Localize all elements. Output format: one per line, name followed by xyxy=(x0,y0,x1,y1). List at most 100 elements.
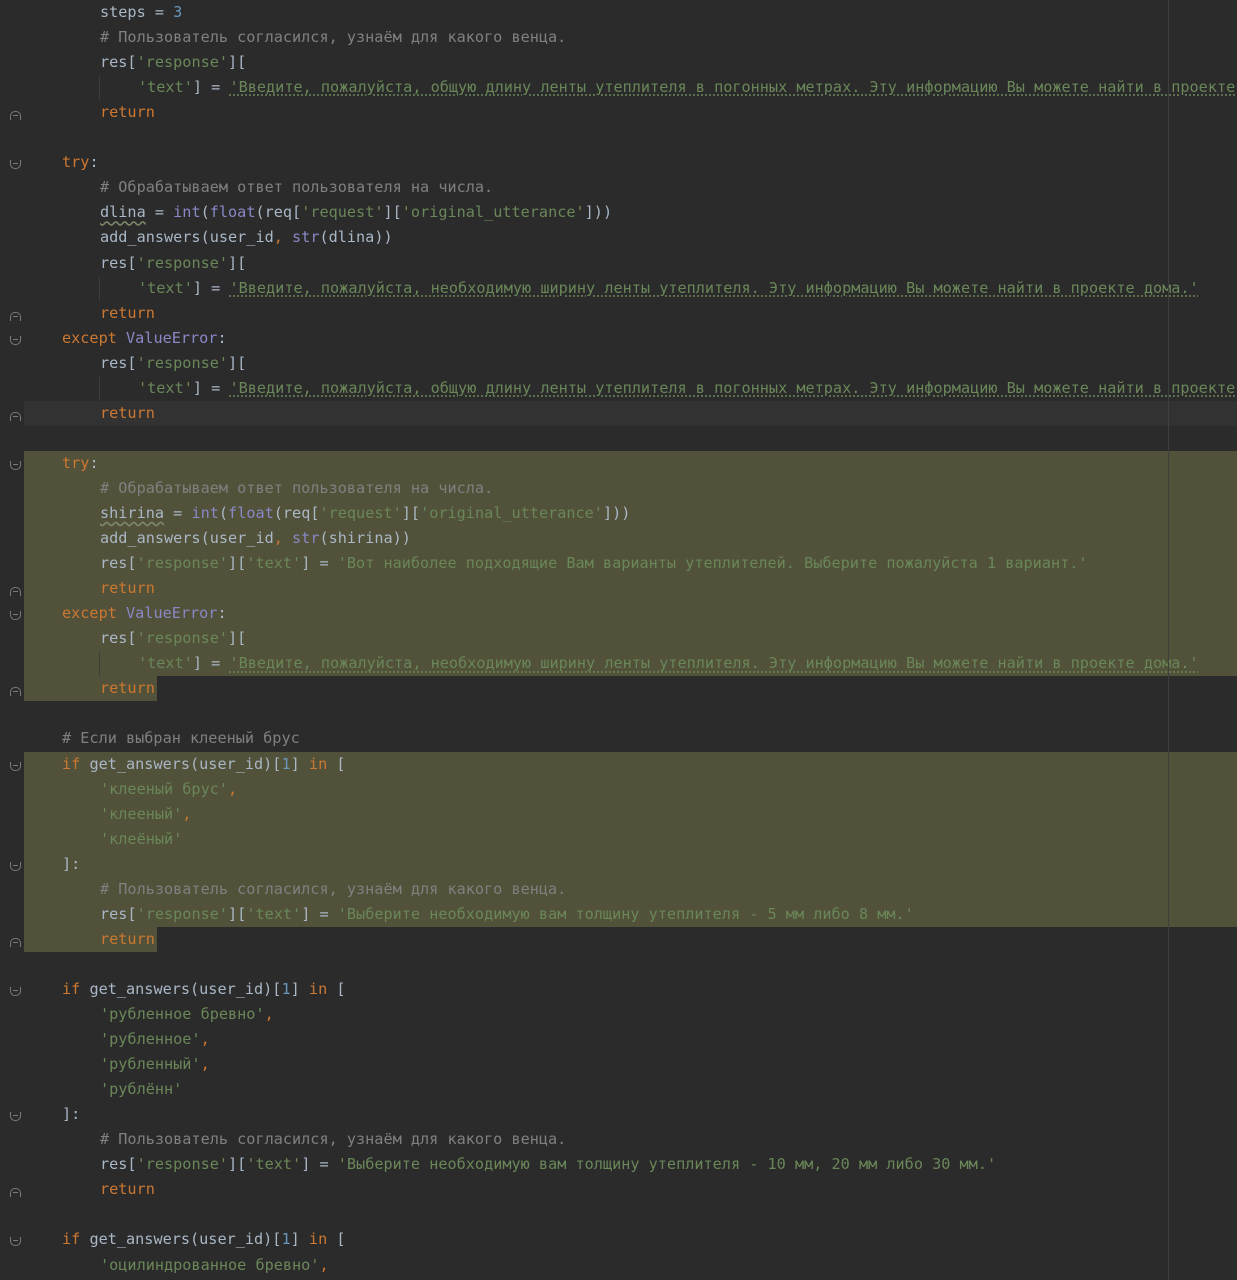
code-line-text: return xyxy=(100,303,155,324)
indent-guide xyxy=(99,76,100,101)
code-line[interactable]: ]: xyxy=(24,1102,1237,1127)
code-line[interactable]: res['response']['text'] = 'Выберите необ… xyxy=(24,901,1237,927)
code-token: add_answers(user_id xyxy=(100,529,274,548)
code-token: 3 xyxy=(173,3,183,21)
code-token: if xyxy=(62,1230,90,1249)
fold-close-icon[interactable] xyxy=(10,687,21,697)
code-line[interactable]: res['response'][ xyxy=(24,351,1237,376)
code-line[interactable]: 'клееный', xyxy=(24,801,1237,827)
code-line[interactable]: 'оцилиндрованное бревно', xyxy=(24,1253,1237,1278)
code-line[interactable]: res['response'][ xyxy=(24,50,1237,75)
code-line[interactable]: # Если выбран клееный брус xyxy=(24,726,1237,751)
code-line[interactable]: # Обрабатываем ответ пользователя на чис… xyxy=(24,175,1237,200)
fold-open-icon[interactable] xyxy=(10,611,21,621)
code-line-text: # Обрабатываем ответ пользователя на чис… xyxy=(100,478,493,499)
code-line[interactable]: 'text'] = 'Введите, пожалуйста, общую дл… xyxy=(24,75,1237,100)
code-token: # Обрабатываем ответ пользователя на чис… xyxy=(100,478,494,497)
code-line-text: return xyxy=(100,1179,155,1200)
code-line-text: # Если выбран клееный брус xyxy=(62,728,300,749)
code-line[interactable] xyxy=(24,1202,1237,1227)
code-line[interactable]: if get_answers(user_id)[1] in [ xyxy=(24,1227,1237,1252)
fold-close-icon[interactable] xyxy=(10,1188,21,1198)
code-line[interactable]: res['response']['text'] = 'Вот наиболее … xyxy=(24,551,1237,577)
code-line[interactable]: # Обрабатываем ответ пользователя на чис… xyxy=(24,475,1237,501)
code-line[interactable]: steps = 3 xyxy=(24,0,1237,25)
fold-close-icon[interactable] xyxy=(10,111,21,121)
code-token: 'text' xyxy=(138,78,193,97)
fold-close-icon[interactable] xyxy=(10,411,21,421)
code-line[interactable] xyxy=(24,701,1237,726)
code-token: if xyxy=(62,979,90,998)
fold-open-icon[interactable] xyxy=(10,761,21,771)
code-token: ValueError xyxy=(126,604,218,623)
code-token: , xyxy=(319,1255,329,1274)
code-line-text: 'text'] = 'Введите, пожалуйста, общую дл… xyxy=(138,378,1237,399)
code-line[interactable]: 'клеёный' xyxy=(24,826,1237,852)
code-line[interactable]: add_answers(user_id, str(dlina)) xyxy=(24,225,1237,250)
fold-close-icon[interactable] xyxy=(10,587,21,597)
code-line[interactable]: return xyxy=(24,301,1237,326)
code-line[interactable]: 'рубленное бревно', xyxy=(24,1002,1237,1027)
code-line[interactable]: return xyxy=(24,576,1237,602)
code-line[interactable]: try: xyxy=(24,150,1237,175)
code-line[interactable]: res['response']['text'] = 'Выберите необ… xyxy=(24,1152,1237,1177)
code-line[interactable]: return xyxy=(24,400,1237,426)
code-line[interactable]: return xyxy=(24,926,1237,952)
code-line[interactable]: dlina = int(float(req['request']['origin… xyxy=(24,200,1237,225)
fold-open-icon[interactable] xyxy=(10,1112,21,1122)
fold-open-icon[interactable] xyxy=(10,335,21,345)
code-line[interactable]: 'text'] = 'Введите, пожалуйста, общую дл… xyxy=(24,376,1237,401)
code-line[interactable]: res['response'][ xyxy=(24,251,1237,276)
code-token: , xyxy=(228,779,238,798)
code-token: 1 xyxy=(281,1230,291,1249)
code-token: : xyxy=(217,328,227,347)
code-line-text: if get_answers(user_id)[1] in [ xyxy=(62,754,346,775)
code-line[interactable]: # Пользователь согласился, узнаём для ка… xyxy=(24,25,1237,50)
code-line[interactable]: return xyxy=(24,1177,1237,1202)
code-line[interactable]: return xyxy=(24,676,1237,702)
code-editor[interactable]: steps = 3 # Пользователь согласился, узна… xyxy=(0,0,1237,1280)
code-token: 'Введите, пожалуйста, необходимую ширину… xyxy=(229,278,1199,297)
code-token: ] xyxy=(290,1230,309,1249)
code-line[interactable]: 'рубленное', xyxy=(24,1027,1237,1052)
fold-close-icon[interactable] xyxy=(10,937,21,947)
code-line[interactable]: # Пользователь согласился, узнаём для ка… xyxy=(24,876,1237,902)
code-line[interactable]: shirina = int(float(req['request']['orig… xyxy=(24,501,1237,526)
code-line[interactable] xyxy=(24,125,1237,150)
code-line-text: res['response'][ xyxy=(100,253,246,274)
code-token: 'response' xyxy=(136,629,229,648)
code-line[interactable]: 'text'] = 'Введите, пожалуйста, необходи… xyxy=(24,276,1237,301)
code-token: get_answers(user_id)[ xyxy=(89,1230,282,1249)
code-line[interactable]: 'рубленный', xyxy=(24,1052,1237,1077)
editor-gutter[interactable] xyxy=(0,0,24,1280)
code-line-text: res['response'][ xyxy=(100,628,246,649)
code-line[interactable]: if get_answers(user_id)[1] in [ xyxy=(24,751,1237,777)
code-line[interactable]: try: xyxy=(24,450,1237,476)
code-line-text: 'оцилиндрованное бревно', xyxy=(100,1255,329,1276)
fold-open-icon[interactable] xyxy=(10,460,21,470)
code-token: ])) xyxy=(602,504,631,522)
code-line[interactable]: ]: xyxy=(24,851,1237,877)
fold-open-icon[interactable] xyxy=(10,160,21,170)
code-line[interactable] xyxy=(24,426,1237,451)
code-line[interactable]: add_answers(user_id, str(shirina)) xyxy=(24,526,1237,552)
code-line[interactable]: res['response'][ xyxy=(24,626,1237,652)
code-token: ] = xyxy=(301,1155,338,1174)
code-line[interactable]: except ValueError: xyxy=(24,601,1237,627)
code-line[interactable]: if get_answers(user_id)[1] in [ xyxy=(24,977,1237,1002)
code-token: 'Выберите необходимую вам толщину утепли… xyxy=(337,1155,997,1174)
code-line[interactable]: return xyxy=(24,100,1237,125)
fold-open-icon[interactable] xyxy=(10,986,21,996)
code-line[interactable]: except ValueError: xyxy=(24,326,1237,351)
fold-close-icon[interactable] xyxy=(10,311,21,321)
fold-open-icon[interactable] xyxy=(10,861,21,871)
code-token: in xyxy=(308,979,337,998)
code-line[interactable]: # Пользователь согласился, узнаём для ка… xyxy=(24,1127,1237,1152)
code-line[interactable]: 'text'] = 'Введите, пожалуйста, необходи… xyxy=(24,651,1237,677)
fold-open-icon[interactable] xyxy=(10,1237,21,1247)
code-line[interactable]: 'клееный брус', xyxy=(24,776,1237,802)
code-line[interactable] xyxy=(24,952,1237,977)
code-line[interactable]: 'рублённ' xyxy=(24,1077,1237,1102)
right-margin-guide xyxy=(1168,0,1169,1280)
code-token: 'request' xyxy=(301,203,384,222)
